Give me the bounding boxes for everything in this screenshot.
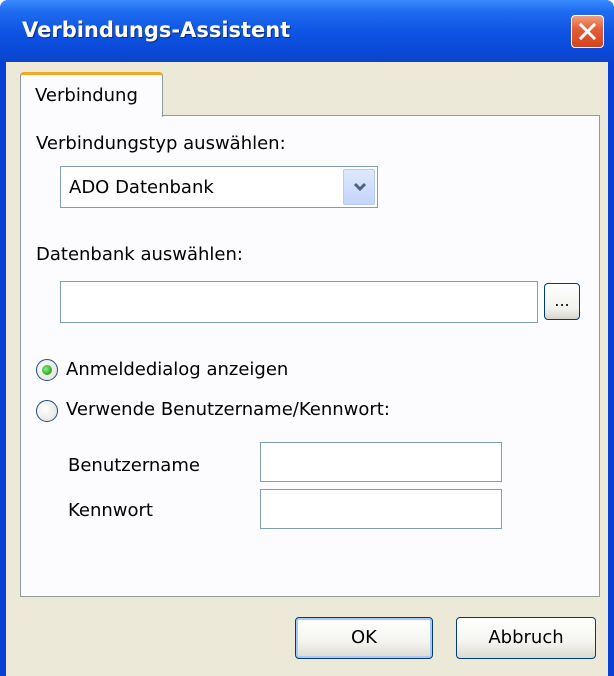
- ok-button[interactable]: OK: [295, 617, 433, 659]
- database-label: Datenbank auswählen:: [36, 244, 243, 265]
- window-title: Verbindungs-Assistent: [22, 18, 291, 42]
- browse-button[interactable]: ...: [544, 283, 580, 320]
- username-input[interactable]: [260, 442, 502, 482]
- radio-checked-indicator: [42, 365, 52, 375]
- radio-username-password-label: Verwende Benutzername/Kennwort:: [66, 399, 390, 420]
- connection-type-label: Verbindungstyp auswählen:: [36, 133, 286, 154]
- database-input[interactable]: [60, 281, 538, 323]
- connection-type-select[interactable]: ADO Datenbank: [60, 166, 378, 208]
- cancel-button[interactable]: Abbruch: [456, 617, 596, 659]
- tab-label: Verbindung: [35, 85, 138, 106]
- dropdown-button[interactable]: [343, 169, 375, 205]
- tab-verbindung[interactable]: Verbindung: [20, 72, 163, 117]
- title-bar[interactable]: Verbindungs-Assistent: [0, 0, 614, 62]
- chevron-down-icon: [353, 182, 367, 192]
- password-input[interactable]: [260, 489, 502, 529]
- close-button[interactable]: [571, 15, 604, 48]
- close-icon: [578, 22, 597, 41]
- connection-type-value: ADO Datenbank: [69, 177, 214, 198]
- radio-login-dialog-label: Anmeldedialog anzeigen: [66, 359, 289, 380]
- radio-login-dialog[interactable]: [36, 359, 58, 381]
- username-label: Benutzername: [68, 455, 200, 476]
- password-label: Kennwort: [68, 500, 153, 521]
- radio-username-password[interactable]: [36, 400, 58, 422]
